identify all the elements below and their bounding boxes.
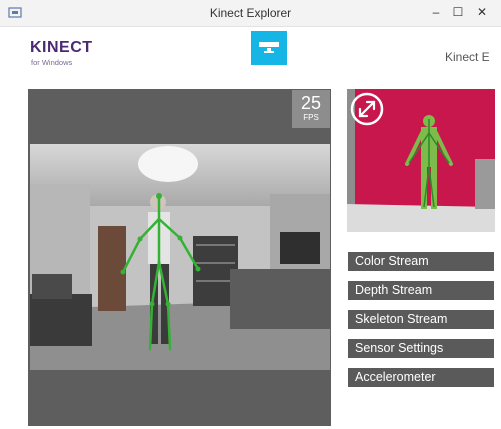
menu-sensor-settings[interactable]: Sensor Settings bbox=[348, 339, 494, 358]
fps-label: FPS bbox=[303, 113, 319, 122]
menu-depth-stream[interactable]: Depth Stream bbox=[348, 281, 494, 300]
menu-accelerometer[interactable]: Accelerometer bbox=[348, 368, 494, 387]
stream-menu: Color Stream Depth Stream Skeleton Strea… bbox=[348, 252, 494, 397]
swap-view-icon[interactable] bbox=[350, 92, 384, 126]
close-button[interactable]: ✕ bbox=[472, 3, 492, 21]
kinect-logo-subtitle: for Windows bbox=[31, 58, 73, 67]
fps-value: 25 bbox=[300, 93, 322, 113]
title-bar: Kinect Explorer – ☐ ✕ bbox=[0, 0, 501, 27]
kinect-sensor-button[interactable] bbox=[251, 31, 287, 65]
header-title-right: Kinect E bbox=[445, 50, 490, 64]
menu-skeleton-stream[interactable]: Skeleton Stream bbox=[348, 310, 494, 329]
maximize-button[interactable]: ☐ bbox=[448, 3, 468, 21]
app-header: KINECT for Windows Kinect E bbox=[0, 27, 501, 77]
kinect-sensor-icon bbox=[259, 42, 279, 53]
kinect-logo: KINECT bbox=[30, 39, 93, 56]
color-stream-image bbox=[30, 144, 330, 370]
minimize-button[interactable]: – bbox=[426, 3, 446, 21]
fps-counter: 25 FPS bbox=[292, 90, 330, 128]
menu-color-stream[interactable]: Color Stream bbox=[348, 252, 494, 271]
